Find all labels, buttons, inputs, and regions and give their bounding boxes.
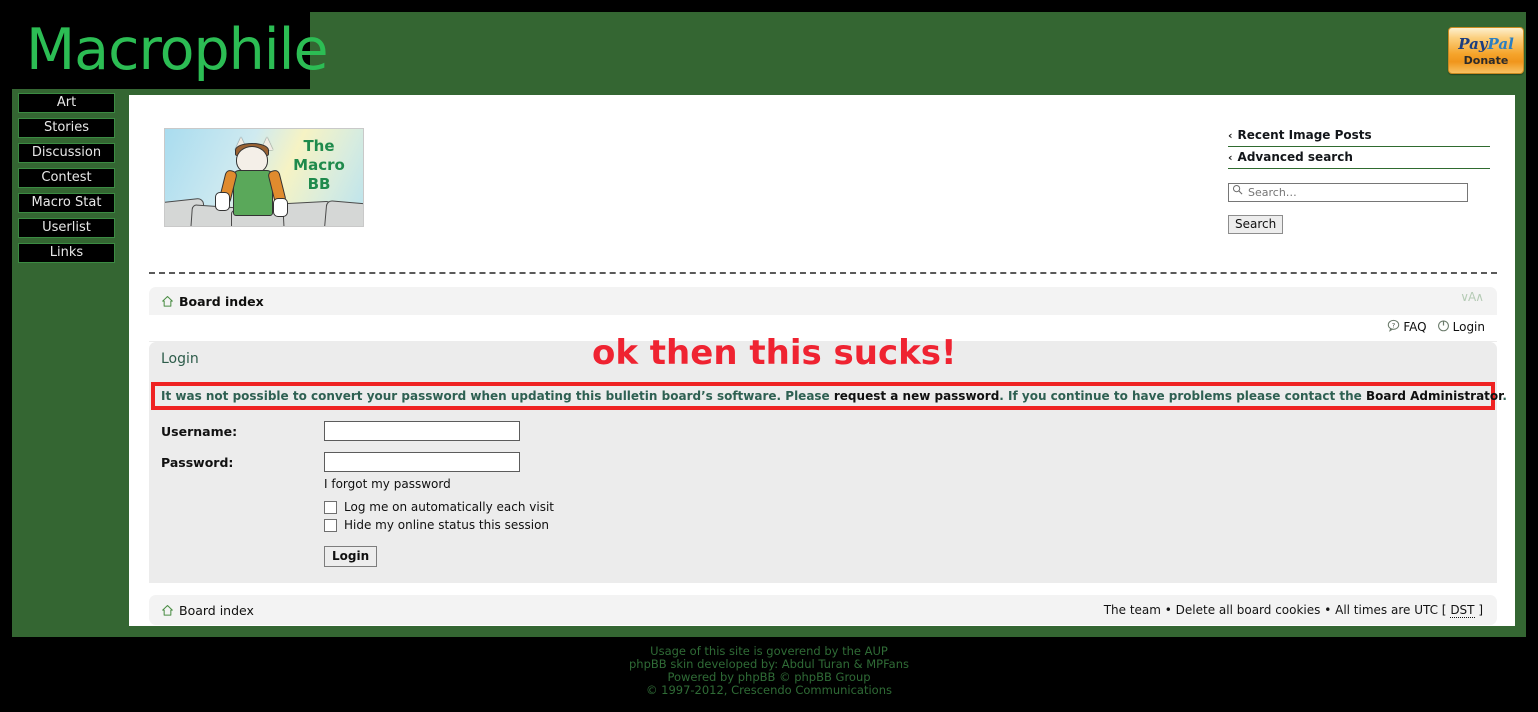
forum-footer-bar: Board index The team • Delete all board …	[149, 595, 1497, 625]
search-panel: ‹ Recent Image Posts ‹ Advanced search Sea…	[1228, 125, 1490, 234]
chevron-left-icon: ‹	[1228, 151, 1233, 164]
left-navigation: Art Stories Discussion Contest Macro Sta…	[18, 93, 118, 268]
error-text-part1: It was not possible to convert your pass…	[161, 389, 834, 403]
password-label: Password:	[161, 454, 234, 470]
nav-item-userlist[interactable]: Userlist	[18, 218, 115, 238]
search-icon	[1232, 184, 1243, 195]
chevron-left-icon: ‹	[1228, 129, 1233, 142]
nav-item-stories[interactable]: Stories	[18, 118, 115, 138]
home-icon	[161, 295, 174, 308]
footer-line-copyright: © 1997-2012, Crescendo Communications	[645, 683, 893, 697]
request-new-password-link[interactable]: request a new password	[834, 389, 999, 403]
autologin-row: Log me on automatically each visit	[149, 500, 1497, 514]
username-row: Username:	[149, 421, 1497, 441]
page-root: Macrophile PayPal Donate Art Stories Dis…	[0, 0, 1538, 712]
footer-links: The team • Delete all board cookies • Al…	[1104, 603, 1483, 618]
banner-title-line3: BB	[307, 175, 331, 193]
error-message: It was not possible to convert your pass…	[151, 382, 1507, 410]
footer-tail: ]	[1474, 603, 1483, 617]
nav-item-art[interactable]: Art	[18, 93, 115, 113]
paypal-wordmark: PayPal	[1458, 34, 1514, 53]
login-label: Login	[1452, 320, 1485, 334]
login-link[interactable]: Login	[1437, 319, 1485, 335]
paypal-donate-label: Donate	[1463, 54, 1509, 67]
faq-link[interactable]: ? FAQ	[1387, 319, 1427, 335]
nav-item-links[interactable]: Links	[18, 243, 115, 263]
section-divider	[149, 272, 1497, 274]
username-label: Username:	[161, 423, 238, 439]
link-recent-image-posts[interactable]: ‹ Recent Image Posts	[1228, 125, 1490, 147]
link-recent-image-posts-label: Recent Image Posts	[1237, 128, 1372, 142]
page-footer: Usage of this site is goverend by the AU…	[0, 645, 1538, 697]
nav-item-macro-stat[interactable]: Macro Stat	[18, 193, 115, 213]
board-administrator-link[interactable]: Board Administrator	[1366, 389, 1502, 403]
search-input[interactable]	[1228, 183, 1468, 202]
power-icon	[1437, 319, 1450, 335]
autologin-checkbox[interactable]	[324, 500, 337, 514]
nav-item-contest[interactable]: Contest	[18, 168, 115, 188]
password-row: Password:	[149, 452, 1497, 472]
home-icon	[161, 604, 174, 617]
site-logo-text: Macrophile	[26, 17, 329, 83]
banner-title: The Macro BB	[283, 137, 355, 194]
quicklinks: ? FAQ Login	[1387, 319, 1485, 335]
username-input[interactable]	[324, 421, 520, 441]
paypal-pay-text: Pay	[1458, 35, 1488, 53]
banner-character	[215, 137, 289, 224]
search-button[interactable]: Search	[1228, 215, 1284, 234]
banner-title-line1: The	[303, 137, 335, 155]
hide-status-label: Hide my online status this session	[344, 518, 550, 532]
login-panel-body: It was not possible to convert your pass…	[149, 375, 1507, 583]
hide-status-row: Hide my online status this session	[149, 518, 1497, 532]
paypal-donate-button[interactable]: PayPal Donate	[1448, 27, 1524, 74]
paypal-pal-text: Pal	[1487, 35, 1514, 53]
password-input[interactable]	[324, 452, 520, 472]
annotation-text: ok then this sucks!	[592, 333, 957, 373]
forgot-password-link[interactable]: I forgot my password	[149, 477, 1497, 491]
link-advanced-search[interactable]: ‹ Advanced search	[1228, 147, 1490, 169]
login-submit-button[interactable]: Login	[324, 546, 378, 567]
banner-character-body	[233, 170, 273, 216]
error-text-part3: .	[1502, 389, 1507, 403]
breadcrumb-board-index-bottom[interactable]: Board index	[179, 603, 254, 618]
breadcrumb-board-index-top[interactable]: Board index	[179, 294, 264, 309]
footer-links-text[interactable]: The team • Delete all board cookies • Al…	[1104, 603, 1451, 617]
faq-label: FAQ	[1403, 320, 1427, 334]
breadcrumb-bar-top: Board index ∨A∧	[149, 287, 1497, 315]
nav-item-discussion[interactable]: Discussion	[18, 143, 115, 163]
search-field-wrapper	[1228, 181, 1490, 202]
forum-banner-image[interactable]: The Macro BB	[164, 128, 364, 227]
footer-breadcrumb: Board index	[161, 603, 254, 618]
font-size-control[interactable]: ∨A∧	[1460, 290, 1484, 304]
svg-text:?: ?	[1392, 321, 1395, 329]
banner-title-line2: Macro	[293, 156, 345, 174]
link-advanced-search-label: Advanced search	[1237, 150, 1353, 164]
hide-status-checkbox[interactable]	[324, 518, 337, 532]
autologin-label: Log me on automatically each visit	[344, 500, 554, 514]
faq-icon: ?	[1387, 319, 1400, 335]
site-logo[interactable]: Macrophile	[12, 12, 329, 89]
error-text-part2: . If you continue to have problems pleas…	[999, 389, 1366, 403]
dst-abbr[interactable]: DST	[1450, 603, 1475, 618]
